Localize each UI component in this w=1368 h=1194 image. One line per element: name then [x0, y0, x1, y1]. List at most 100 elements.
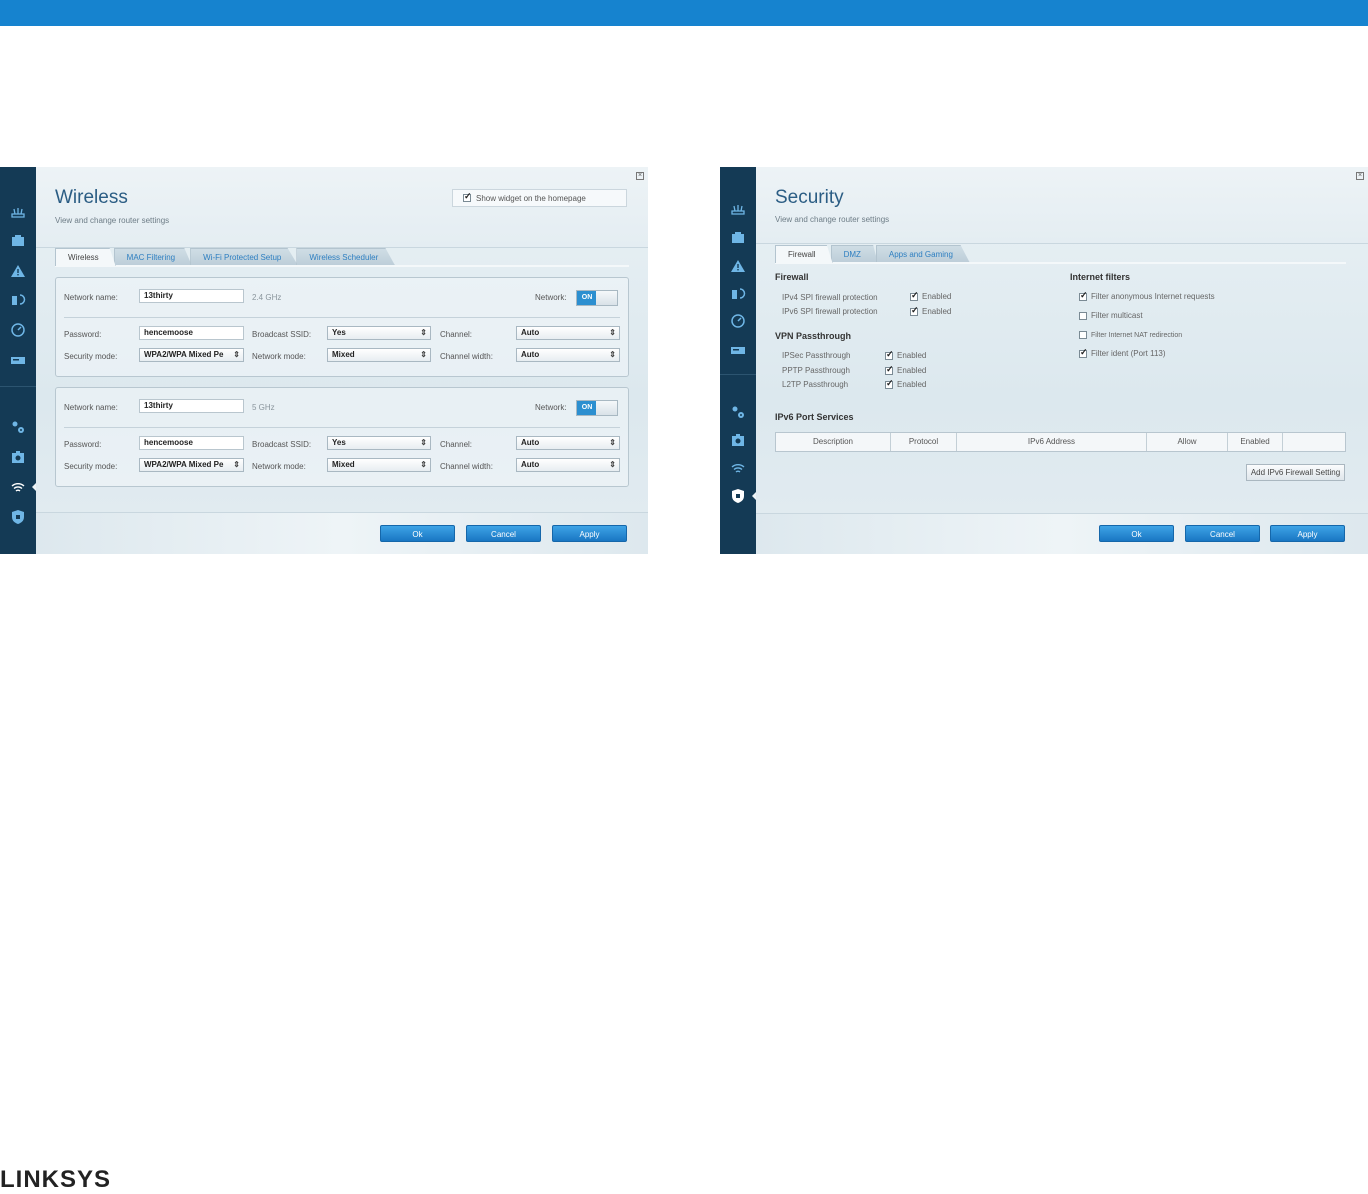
troubleshooting-icon[interactable] [726, 428, 750, 452]
frequency-label: 2.4 GHz [252, 293, 282, 302]
network-name-input[interactable]: 13thirty [139, 399, 244, 413]
channel-select[interactable]: Auto [516, 436, 620, 450]
filter-nat-redirection-checkbox[interactable]: Filter Internet NAT redirection [1079, 331, 1182, 339]
network-name-label: Network name: [64, 293, 118, 302]
close-icon[interactable]: × [1356, 172, 1364, 180]
channel-width-select[interactable]: Auto [516, 348, 620, 362]
col-protocol: Protocol [891, 433, 957, 451]
filter-ident-checkbox[interactable]: Filter ident (Port 113) [1079, 347, 1166, 358]
linksys-logo: LINKSYS [0, 1166, 112, 1193]
page-title: Security [775, 187, 844, 208]
alert-icon[interactable] [726, 254, 750, 278]
password-label: Password: [64, 330, 102, 339]
frequency-label: 5 GHz [252, 403, 275, 412]
ok-button[interactable]: Ok [380, 525, 455, 542]
col-allow: Allow [1147, 433, 1228, 451]
col-enabled: Enabled [1228, 433, 1283, 451]
pptp-checkbox[interactable]: Enabled [885, 364, 926, 375]
wireless-icon[interactable] [6, 475, 37, 499]
security-mode-label: Security mode: [64, 462, 118, 471]
network-label: Network: [535, 403, 567, 412]
troubleshooting-icon[interactable] [6, 445, 30, 469]
device-list-icon[interactable] [726, 226, 750, 250]
alert-icon[interactable] [6, 259, 30, 283]
parental-controls-icon[interactable] [726, 282, 750, 306]
security-mode-label: Security mode: [64, 352, 118, 361]
network-mode-select[interactable]: Mixed [327, 348, 431, 362]
tab-wps[interactable]: Wi-Fi Protected Setup [190, 248, 299, 266]
broadcast-ssid-label: Broadcast SSID: [252, 440, 312, 449]
ipsec-label: IPSec Passthrough [782, 351, 851, 360]
tab-wireless-scheduler[interactable]: Wireless Scheduler [296, 248, 396, 266]
device-list-icon[interactable] [6, 229, 30, 253]
channel-label: Channel: [440, 440, 473, 449]
storage-icon[interactable] [6, 348, 30, 372]
router-icon[interactable] [726, 198, 750, 222]
col-ipv6-address: IPv6 Address [957, 433, 1147, 451]
cancel-button[interactable]: Cancel [466, 525, 541, 542]
show-widget-checkbox[interactable]: Show widget on the homepage [452, 189, 627, 207]
pptp-label: PPTP Passthrough [782, 366, 850, 375]
cancel-button[interactable]: Cancel [1185, 525, 1260, 542]
band-group-24ghz: Network name: 13thirty 2.4 GHz Network: … [55, 277, 629, 377]
ipv4-firewall-checkbox[interactable]: Enabled [910, 290, 951, 301]
col-description: Description [776, 433, 891, 451]
ipv6-firewall-checkbox[interactable]: Enabled [910, 305, 951, 316]
l2tp-checkbox[interactable]: Enabled [885, 378, 926, 389]
speed-test-icon[interactable] [726, 309, 750, 333]
password-input[interactable]: hencemoose [139, 326, 244, 340]
top-bar [0, 0, 1368, 26]
network-mode-label: Network mode: [252, 352, 306, 361]
tab-bar: Wireless MAC Filtering Wi-Fi Protected S… [55, 248, 396, 266]
network-name-label: Network name: [64, 403, 118, 412]
router-icon[interactable] [6, 201, 30, 225]
security-window: Security View and change router settings… [720, 167, 1368, 554]
apply-button[interactable]: Apply [1270, 525, 1345, 542]
channel-label: Channel: [440, 330, 473, 339]
ipsec-checkbox[interactable]: Enabled [885, 349, 926, 360]
network-label: Network: [535, 293, 567, 302]
security-icon[interactable] [6, 505, 30, 529]
speed-test-icon[interactable] [6, 318, 30, 342]
ok-button[interactable]: Ok [1099, 525, 1174, 542]
security-icon[interactable] [726, 484, 757, 508]
tab-firewall[interactable]: Firewall [775, 245, 833, 263]
tab-wireless[interactable]: Wireless [55, 248, 116, 266]
band-group-5ghz: Network name: 13thirty 5 GHz Network: ON… [55, 387, 629, 487]
security-mode-select[interactable]: WPA2/WPA Mixed Pe [139, 348, 244, 362]
l2tp-label: L2TP Passthrough [782, 380, 849, 389]
ipv4-firewall-label: IPv4 SPI firewall protection [782, 293, 878, 302]
parental-controls-icon[interactable] [6, 288, 30, 312]
network-toggle[interactable]: ON [576, 400, 618, 416]
network-mode-label: Network mode: [252, 462, 306, 471]
channel-width-label: Channel width: [440, 462, 493, 471]
footer: Ok Cancel Apply [36, 512, 648, 554]
network-toggle[interactable]: ON [576, 290, 618, 306]
filter-anonymous-checkbox[interactable]: Filter anonymous Internet requests [1079, 290, 1215, 301]
checkbox-icon[interactable] [463, 191, 472, 202]
filter-multicast-checkbox[interactable]: Filter multicast [1079, 311, 1143, 320]
storage-icon[interactable] [726, 338, 750, 362]
connectivity-icon[interactable] [6, 415, 30, 439]
network-mode-select[interactable]: Mixed [327, 458, 431, 472]
tab-mac-filtering[interactable]: MAC Filtering [113, 248, 193, 266]
page-subtitle: View and change router settings [775, 215, 890, 224]
broadcast-ssid-select[interactable]: Yes [327, 436, 431, 450]
add-ipv6-firewall-button[interactable]: Add IPv6 Firewall Setting [1246, 464, 1345, 481]
tab-dmz[interactable]: DMZ [830, 245, 878, 263]
channel-select[interactable]: Auto [516, 326, 620, 340]
close-icon[interactable]: × [636, 172, 644, 180]
channel-width-select[interactable]: Auto [516, 458, 620, 472]
network-name-input[interactable]: 13thirty [139, 289, 244, 303]
wireless-icon[interactable] [726, 456, 750, 480]
tab-apps-gaming[interactable]: Apps and Gaming [875, 245, 970, 263]
broadcast-ssid-select[interactable]: Yes [327, 326, 431, 340]
ipv6-table-header: Description Protocol IPv6 Address Allow … [775, 432, 1346, 452]
password-input[interactable]: hencemoose [139, 436, 244, 450]
security-mode-select[interactable]: WPA2/WPA Mixed Pe [139, 458, 244, 472]
connectivity-icon[interactable] [726, 400, 750, 424]
page-title: Wireless [55, 187, 128, 208]
apply-button[interactable]: Apply [552, 525, 627, 542]
ipv6-heading: IPv6 Port Services [775, 412, 854, 422]
tab-bar: Firewall DMZ Apps and Gaming [775, 245, 970, 263]
